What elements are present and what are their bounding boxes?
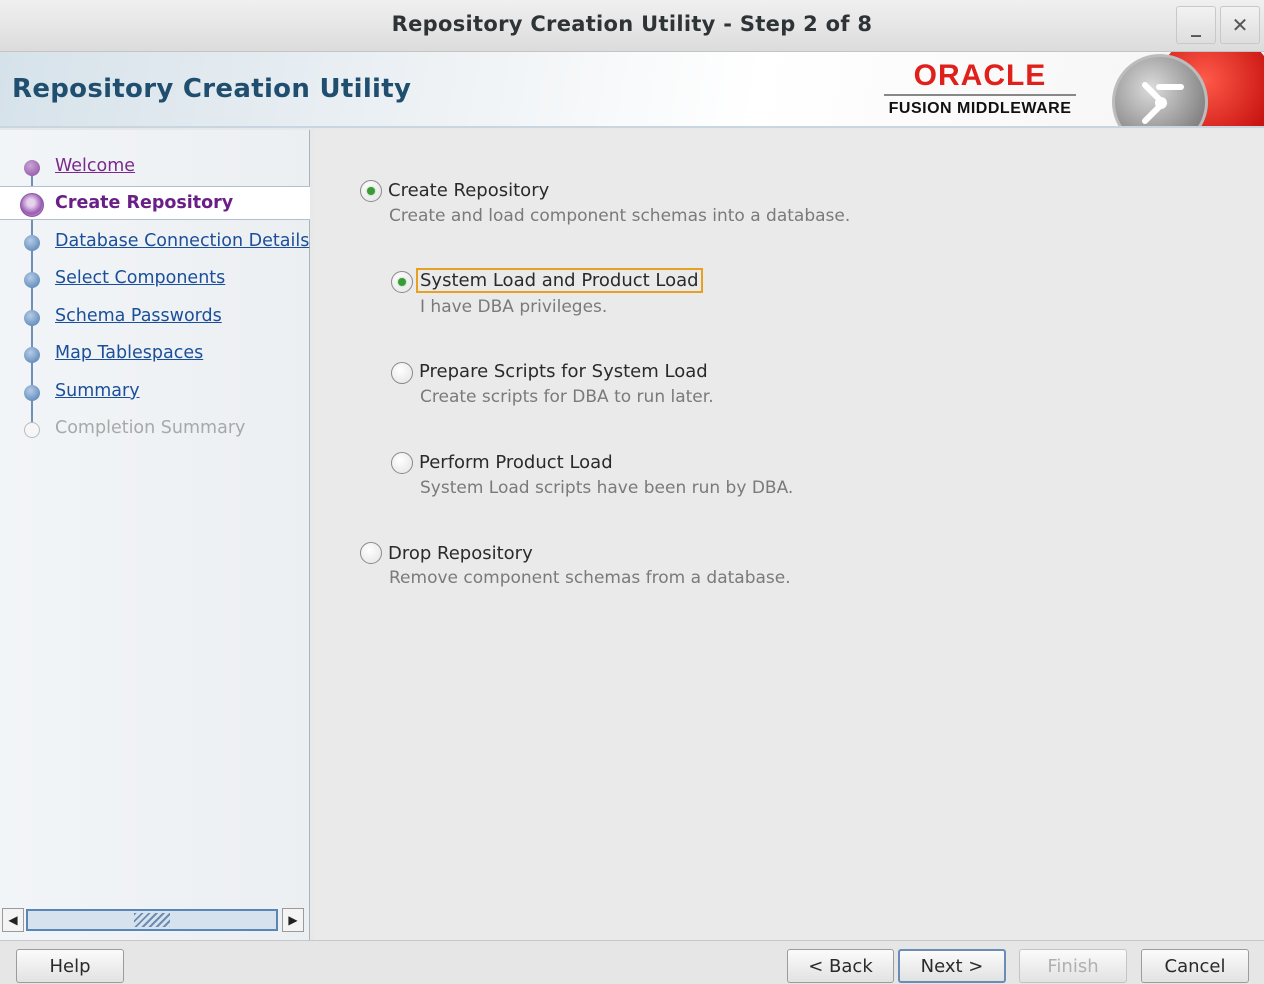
back-button[interactable]: < Back: [787, 949, 894, 983]
scrollbar-track[interactable]: [26, 909, 278, 931]
minimize-icon: _: [1191, 13, 1201, 37]
window-titlebar: Repository Creation Utility - Step 2 of …: [0, 0, 1264, 52]
perform-product-load-label[interactable]: Perform Product Load: [419, 452, 613, 473]
create-repository-description: Create and load component schemas into a…: [389, 206, 851, 226]
nav-item-label: Select Components: [55, 268, 226, 288]
app-title: Repository Creation Utility: [12, 74, 412, 104]
nav-item-label: Completion Summary: [55, 418, 246, 438]
nav-item-label: Summary: [55, 381, 140, 401]
scroll-right-button[interactable]: ▶: [282, 908, 304, 932]
nav-item-database-connection-details[interactable]: Database Connection Details: [0, 225, 310, 259]
close-button[interactable]: ✕: [1220, 6, 1260, 44]
nav-item-label: Database Connection Details: [55, 231, 310, 251]
close-icon: ✕: [1231, 13, 1249, 37]
next-button[interactable]: Next >: [898, 949, 1006, 983]
nav-item-label: Map Tablespaces: [55, 343, 204, 363]
prepare-scripts-radio[interactable]: [391, 362, 413, 384]
oracle-fusion-middleware-logo: ORACLE FUSION MIDDLEWARE: [884, 60, 1076, 118]
oracle-logo-text: ORACLE: [913, 59, 1047, 92]
arrow-icon: [1142, 82, 1184, 124]
step-current-icon: [20, 193, 44, 217]
nav-item-label: Welcome: [55, 156, 136, 176]
prepare-scripts-label[interactable]: Prepare Scripts for System Load: [419, 361, 708, 382]
step-visited-icon: [24, 160, 40, 176]
step-navigation: Welcome Create Repository Database Conne…: [0, 130, 310, 940]
chevron-right-icon: ▶: [288, 913, 298, 927]
brand-orb-graphic: [1096, 52, 1264, 126]
gear-orb-icon: [1112, 54, 1208, 126]
help-button[interactable]: Help: [16, 949, 124, 983]
prepare-scripts-description: Create scripts for DBA to run later.: [420, 387, 714, 407]
drop-repository-label[interactable]: Drop Repository: [388, 543, 533, 564]
horizontal-scrollbar[interactable]: ◀ ▶: [2, 906, 306, 934]
drop-repository-radio[interactable]: [360, 542, 382, 564]
logo-divider: [884, 94, 1076, 96]
system-and-product-load-description: I have DBA privileges.: [420, 297, 608, 317]
cancel-button[interactable]: Cancel: [1141, 949, 1249, 983]
scrollbar-thumb-grip[interactable]: [134, 913, 170, 927]
minimize-button[interactable]: _: [1176, 6, 1216, 44]
system-and-product-load-label[interactable]: System Load and Product Load: [416, 268, 703, 293]
button-bar: Help < Back Next > Finish Cancel: [0, 940, 1264, 984]
nav-item-select-components[interactable]: Select Components: [0, 262, 310, 296]
system-and-product-load-radio[interactable]: [391, 271, 413, 293]
step-pending-icon: [24, 235, 40, 251]
fusion-middleware-logo-text: FUSION MIDDLEWARE: [888, 100, 1072, 117]
step-pending-icon: [24, 347, 40, 363]
drop-repository-description: Remove component schemas from a database…: [389, 568, 791, 588]
nav-item-label: Create Repository: [55, 193, 234, 213]
nav-item-welcome[interactable]: Welcome: [0, 150, 310, 184]
window-title: Repository Creation Utility - Step 2 of …: [391, 12, 873, 36]
perform-product-load-radio[interactable]: [391, 452, 413, 474]
step-pending-icon: [24, 272, 40, 288]
create-repository-label[interactable]: Create Repository: [388, 180, 549, 201]
nav-item-map-tablespaces[interactable]: Map Tablespaces: [0, 337, 310, 371]
header-banner: Repository Creation Utility ORACLE FUSIO…: [0, 52, 1264, 128]
finish-button: Finish: [1019, 949, 1127, 983]
create-repository-radio[interactable]: [360, 180, 382, 202]
main-content: Create Repository Create and load compon…: [314, 130, 1264, 940]
chevron-left-icon: ◀: [8, 913, 18, 927]
step-disabled-icon: [24, 422, 40, 438]
nav-item-completion-summary: Completion Summary: [0, 412, 310, 446]
nav-item-create-repository[interactable]: Create Repository: [0, 186, 310, 220]
step-pending-icon: [24, 385, 40, 401]
nav-item-label: Schema Passwords: [55, 306, 222, 326]
perform-product-load-description: System Load scripts have been run by DBA…: [420, 478, 794, 498]
scroll-left-button[interactable]: ◀: [2, 908, 24, 932]
nav-item-summary[interactable]: Summary: [0, 375, 310, 409]
step-pending-icon: [24, 310, 40, 326]
nav-item-schema-passwords[interactable]: Schema Passwords: [0, 300, 310, 334]
